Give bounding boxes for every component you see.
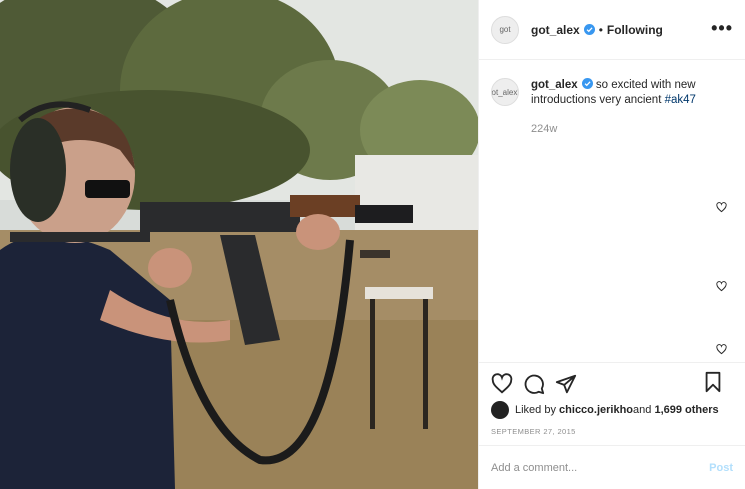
- share-send-icon[interactable]: [555, 373, 577, 395]
- likes-summary: Liked by chicco.jerikho and 1,699 others: [479, 399, 745, 419]
- separator-dot: •: [598, 22, 603, 37]
- caption-verified-badge-icon: [581, 78, 593, 89]
- likes-prefix: Liked by: [515, 404, 556, 416]
- header-username[interactable]: got_alex: [531, 23, 580, 37]
- likes-connector: and: [633, 404, 652, 416]
- action-icons: [479, 363, 745, 399]
- post-date: SEPTEMBER 27, 2015: [491, 427, 576, 436]
- post-header: got got_alex • Following •••: [479, 0, 745, 60]
- caption-text-block: got_alex so excited with new introductio…: [531, 78, 731, 137]
- add-comment-bar: Add a comment... Post: [479, 445, 745, 489]
- more-options-icon[interactable]: •••: [711, 18, 733, 39]
- caption-avatar[interactable]: got_alex's: [491, 78, 519, 106]
- post-photo[interactable]: [0, 0, 478, 489]
- caption-time-ago: 224w: [531, 123, 558, 135]
- post-sidebar: got got_alex • Following ••• got_alex's …: [478, 0, 745, 489]
- save-bookmark-icon[interactable]: [703, 371, 723, 393]
- likes-others-count[interactable]: 1,699 others: [654, 404, 718, 416]
- caption: got_alex's got_alex so excited with new …: [479, 60, 745, 137]
- comment-bubble-icon[interactable]: [523, 373, 545, 395]
- comment-like-heart-icon[interactable]: [716, 202, 727, 213]
- header-avatar[interactable]: got: [491, 15, 519, 44]
- comment-like-heart-icon[interactable]: [716, 281, 727, 292]
- caption-username[interactable]: got_alex: [531, 79, 578, 91]
- following-button[interactable]: Following: [607, 23, 663, 37]
- comments-area: [479, 140, 745, 362]
- add-comment-input[interactable]: Add a comment...: [491, 462, 709, 474]
- photo-illustration: [0, 0, 478, 489]
- like-heart-icon[interactable]: [491, 373, 513, 395]
- post-comment-button[interactable]: Post: [709, 462, 733, 474]
- verified-badge-icon: [583, 24, 595, 35]
- comment-like-heart-icon[interactable]: [716, 344, 727, 355]
- liker-avatar[interactable]: [491, 401, 509, 419]
- instagram-post: got got_alex • Following ••• got_alex's …: [0, 0, 745, 489]
- liker-username[interactable]: chicco.jerikho: [559, 404, 633, 416]
- hashtag-link[interactable]: #ak47: [665, 94, 696, 106]
